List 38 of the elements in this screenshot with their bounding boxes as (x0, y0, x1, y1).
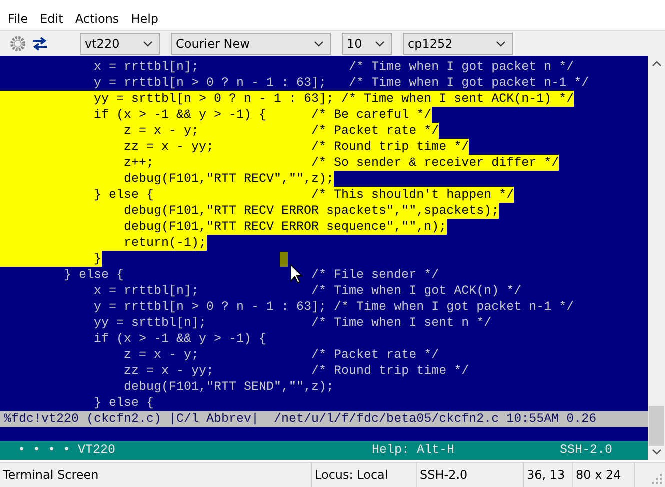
charset-dropdown[interactable]: cp1252 (403, 32, 513, 54)
scroll-down-icon[interactable] (652, 448, 662, 456)
font-size-dropdown[interactable]: 10 (342, 32, 392, 54)
menu-item[interactable]: Help (125, 12, 165, 26)
code-line: } else { (93, 395, 154, 411)
gear-icon[interactable] (10, 36, 26, 52)
code-line: y = rrttbl[n > 0 ? n - 1 : 63]; /* Time when I got packet n-1 */ (93, 75, 590, 91)
menu-item[interactable]: Actions (69, 12, 126, 26)
code-line: debug(F101,"RTT SEND","",z); (123, 379, 334, 395)
caret-icon (375, 40, 385, 46)
code-line: } else { (63, 267, 124, 283)
code-line: z = x - y; /* Packet rate */ (123, 347, 440, 363)
status-field: 36, 13 (524, 463, 573, 487)
scroll-up-icon[interactable] (652, 60, 662, 68)
font-dropdown[interactable]: Courier New (171, 32, 331, 54)
terminal-type-dropdown[interactable]: vt220 (80, 32, 160, 54)
menu-item[interactable]: Edit (34, 12, 70, 26)
caret-icon (314, 40, 324, 46)
code-line: zz = x - yy; /* Round trip time */ (123, 363, 470, 379)
swap-arrows-icon[interactable] (32, 36, 48, 50)
resize-grip-icon[interactable] (651, 473, 663, 485)
code-line: if (x > -1 && y > -1) { (93, 331, 267, 347)
code-line: x = rrttbl[n]; /* Time when I got packet n */ (93, 59, 574, 75)
status-field: Terminal Screen (0, 463, 312, 487)
mouse-pointer-icon (290, 264, 303, 284)
menu-item[interactable]: File (2, 12, 34, 26)
scrollbar[interactable] (648, 56, 665, 460)
terminal-info-bar: • • • • VT220 Help: Alt-H SSH-2.0 (0, 441, 648, 460)
code-comment: /* File sender */ (312, 267, 440, 283)
caret-icon (143, 40, 153, 46)
code-line: x = rrttbl[n]; /* Time when I got ACK(n) */ (93, 283, 522, 299)
status-field: Locus: Local (312, 463, 417, 487)
code-line: y = rrttbl[n > 0 ? n - 1 : 63]; /* Time when I got packet n-1 */ (93, 299, 574, 315)
status-field: 80 x 24 (573, 463, 635, 487)
code-line: yy = srttbl[n]; /* Time when I sent n */ (93, 315, 492, 331)
caret-icon (496, 40, 506, 46)
status-field: SSH-2.0 (417, 463, 524, 487)
scroll-thumb[interactable] (649, 406, 664, 446)
